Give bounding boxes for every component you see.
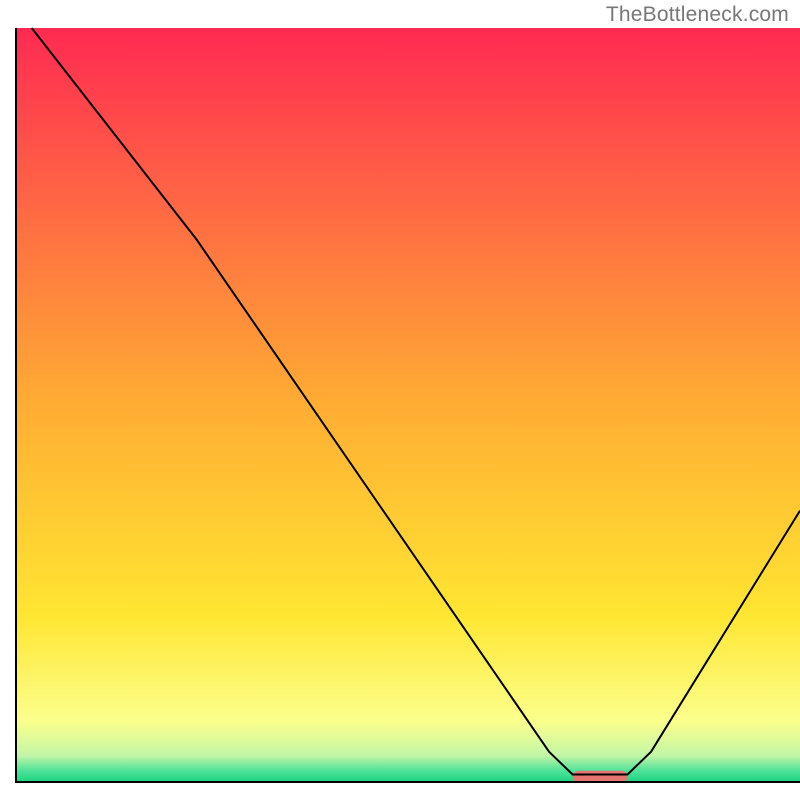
watermark-text: TheBottleneck.com (606, 3, 789, 27)
chart-container: TheBottleneck.com (0, 0, 800, 800)
optimal-marker (573, 771, 628, 783)
gradient-background (16, 28, 800, 782)
bottleneck-chart (0, 0, 800, 800)
